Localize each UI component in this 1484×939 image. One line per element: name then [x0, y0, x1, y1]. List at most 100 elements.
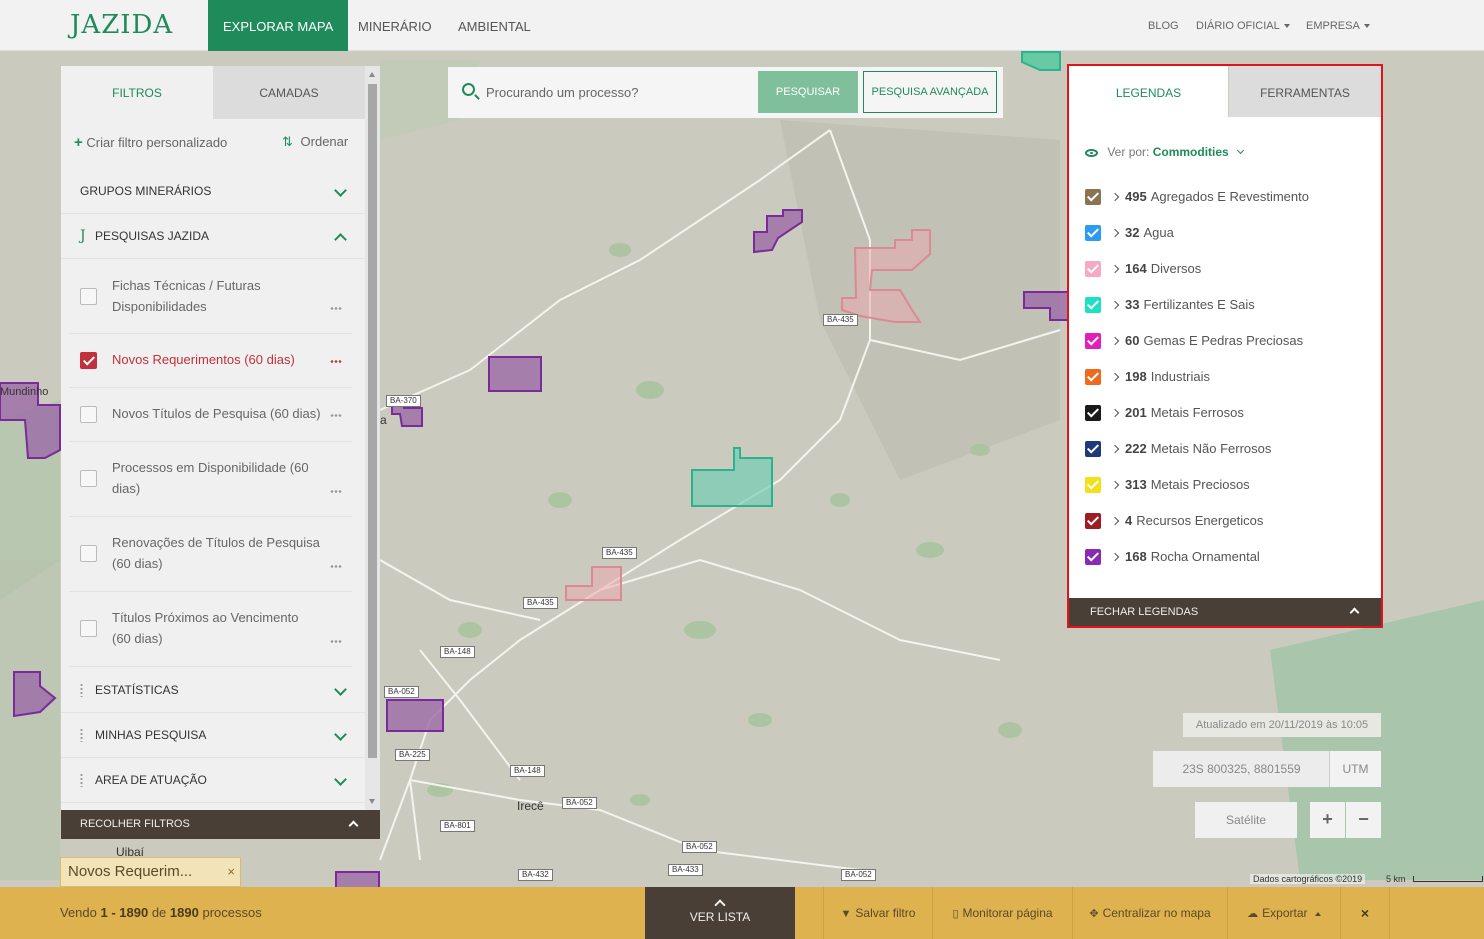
- collapse-filters-button[interactable]: RECOLHER FILTROS: [61, 810, 380, 839]
- more-options-icon[interactable]: [330, 565, 342, 568]
- legend-checkbox[interactable]: [1085, 477, 1101, 493]
- legend-label: Recursos Energeticos: [1136, 513, 1264, 528]
- drag-handle-icon[interactable]: [80, 728, 83, 742]
- view-by-selector[interactable]: Ver por: Commodities: [1085, 145, 1245, 159]
- collapse-filters-label: RECOLHER FILTROS: [80, 818, 190, 830]
- nav-empresa[interactable]: EMPRESA: [1306, 0, 1370, 51]
- nav-blog[interactable]: BLOG: [1148, 0, 1179, 51]
- filter-item[interactable]: Títulos Próximos ao Vencimento (60 dias): [69, 592, 352, 667]
- legend-checkbox[interactable]: [1085, 441, 1101, 457]
- nav-explorar-mapa[interactable]: EXPLORAR MAPA: [208, 0, 349, 51]
- more-options-icon[interactable]: [330, 490, 342, 493]
- coordinates-display: 23S 800325, 8801559: [1153, 751, 1330, 787]
- legend-item-text: 201 Metais Ferrosos: [1125, 403, 1244, 423]
- road-label: BA-052: [682, 841, 717, 853]
- filter-item[interactable]: Novos Títulos de Pesquisa (60 dias): [69, 388, 352, 442]
- chevron-up-icon: [1349, 607, 1360, 618]
- view-by-value[interactable]: Commodities: [1153, 145, 1229, 159]
- jazida-logo[interactable]: JAZIDA: [70, 10, 173, 40]
- chevron-right-icon[interactable]: [1110, 336, 1120, 346]
- tab-legendas[interactable]: LEGENDAS: [1069, 66, 1228, 119]
- filter-item[interactable]: Renovações de Títulos de Pesquisa (60 di…: [69, 517, 352, 592]
- legend-checkbox[interactable]: [1085, 369, 1101, 385]
- filter-checkbox[interactable]: [80, 545, 97, 562]
- section-pesquisas-jazida[interactable]: J PESQUISAS JAZIDA: [61, 214, 365, 259]
- satellite-layer-button[interactable]: Satélite: [1195, 802, 1297, 838]
- close-icon[interactable]: ×: [227, 858, 235, 886]
- zoom-out-button[interactable]: −: [1346, 802, 1381, 838]
- more-options-icon[interactable]: [330, 307, 342, 310]
- legend-checkbox[interactable]: [1085, 189, 1101, 205]
- road-label: BA-435: [602, 547, 637, 559]
- utm-toggle-button[interactable]: UTM: [1329, 751, 1381, 787]
- filter-item[interactable]: Processos em Disponibilidade (60 dias): [69, 442, 352, 517]
- legend-checkbox[interactable]: [1085, 405, 1101, 421]
- order-button[interactable]: ⇅ Ordenar: [282, 134, 348, 150]
- scroll-up-icon[interactable]: [369, 72, 375, 77]
- zoom-in-button[interactable]: +: [1310, 802, 1345, 838]
- chevron-right-icon[interactable]: [1110, 516, 1120, 526]
- order-label: Ordenar: [300, 134, 349, 149]
- chevron-right-icon[interactable]: [1110, 372, 1120, 382]
- advanced-search-button[interactable]: PESQUISA AVANÇADA: [863, 71, 997, 113]
- legend-checkbox[interactable]: [1085, 549, 1101, 565]
- tab-filtros[interactable]: FILTROS: [61, 66, 213, 119]
- filter-item[interactable]: Novos Requerimentos (60 dias): [69, 334, 352, 388]
- chevron-right-icon[interactable]: [1110, 228, 1120, 238]
- scroll-thumb[interactable]: [368, 84, 377, 758]
- more-options-icon[interactable]: [330, 360, 342, 363]
- drag-handle-icon[interactable]: [80, 773, 83, 787]
- center-map-button[interactable]: ✥ Centralizar no mapa: [1072, 887, 1227, 939]
- monitor-page-button[interactable]: ▯ Monitorar página: [932, 887, 1072, 939]
- search-input[interactable]: [486, 77, 756, 107]
- road-label: BA-148: [510, 765, 545, 777]
- more-options-icon[interactable]: [330, 414, 342, 417]
- legend-checkbox[interactable]: [1085, 225, 1101, 241]
- nav-minerario[interactable]: MINERÁRIO: [358, 0, 432, 51]
- chevron-right-icon[interactable]: [1110, 480, 1120, 490]
- save-filter-button[interactable]: ▼ Salvar filtro: [823, 887, 932, 939]
- place-label: a: [380, 413, 387, 427]
- legend-checkbox[interactable]: [1085, 261, 1101, 277]
- nav-ambiental[interactable]: AMBIENTAL: [458, 0, 531, 51]
- nav-diario-oficial-label: DIÁRIO OFICIAL: [1196, 20, 1280, 32]
- create-filter-button[interactable]: + Criar filtro personalizado: [74, 134, 227, 151]
- search-button[interactable]: PESQUISAR: [758, 71, 858, 113]
- chevron-up-icon: [334, 233, 347, 246]
- filter-checkbox[interactable]: [80, 288, 97, 305]
- close-icon[interactable]: ×: [1340, 887, 1390, 939]
- chevron-right-icon[interactable]: [1110, 444, 1120, 454]
- tab-ferramentas[interactable]: FERRAMENTAS: [1229, 66, 1381, 118]
- legend-checkbox[interactable]: [1085, 297, 1101, 313]
- more-options-icon[interactable]: [330, 640, 342, 643]
- filter-item[interactable]: Fichas Técnicas / Futuras Disponibilidad…: [69, 262, 352, 334]
- export-button[interactable]: ☁ Exportar: [1227, 887, 1340, 939]
- chevron-right-icon[interactable]: [1110, 264, 1120, 274]
- chevron-right-icon[interactable]: [1110, 192, 1120, 202]
- legend-checkbox[interactable]: [1085, 333, 1101, 349]
- drag-handle-icon[interactable]: [80, 683, 83, 697]
- section-minhas-pesquisa[interactable]: MINHAS PESQUISA: [61, 713, 365, 758]
- view-list-button[interactable]: VER LISTA: [645, 887, 795, 939]
- section-area-atuacao[interactable]: AREA DE ATUAÇÃO: [61, 758, 365, 803]
- filter-checkbox[interactable]: [80, 352, 97, 369]
- nav-diario-oficial[interactable]: DIÁRIO OFICIAL: [1196, 0, 1290, 51]
- legend-checkbox[interactable]: [1085, 513, 1101, 529]
- chevron-right-icon[interactable]: [1110, 552, 1120, 562]
- filter-checkbox[interactable]: [80, 470, 97, 487]
- legend-label: Agregados E Revestimento: [1150, 189, 1309, 204]
- chevron-right-icon[interactable]: [1110, 300, 1120, 310]
- filter-checkbox[interactable]: [80, 620, 97, 637]
- search-icon: [462, 83, 475, 96]
- legend-label: Gemas E Pedras Preciosas: [1143, 333, 1304, 348]
- filter-scrollbar[interactable]: [365, 66, 380, 810]
- scroll-down-icon[interactable]: [369, 799, 375, 804]
- legend-item-text: 60 Gemas E Pedras Preciosas: [1125, 331, 1303, 351]
- tab-camadas[interactable]: CAMADAS: [213, 66, 365, 119]
- filter-checkbox[interactable]: [80, 406, 97, 423]
- section-grupos-minerarios[interactable]: GRUPOS MINERÁRIOS: [61, 169, 365, 214]
- chevron-right-icon[interactable]: [1110, 408, 1120, 418]
- section-estatisticas[interactable]: ESTATÍSTICAS: [61, 668, 365, 713]
- active-filter-chip[interactable]: Novos Requerim... ×: [60, 857, 241, 887]
- close-legends-button[interactable]: FECHAR LEGENDAS: [1069, 598, 1381, 626]
